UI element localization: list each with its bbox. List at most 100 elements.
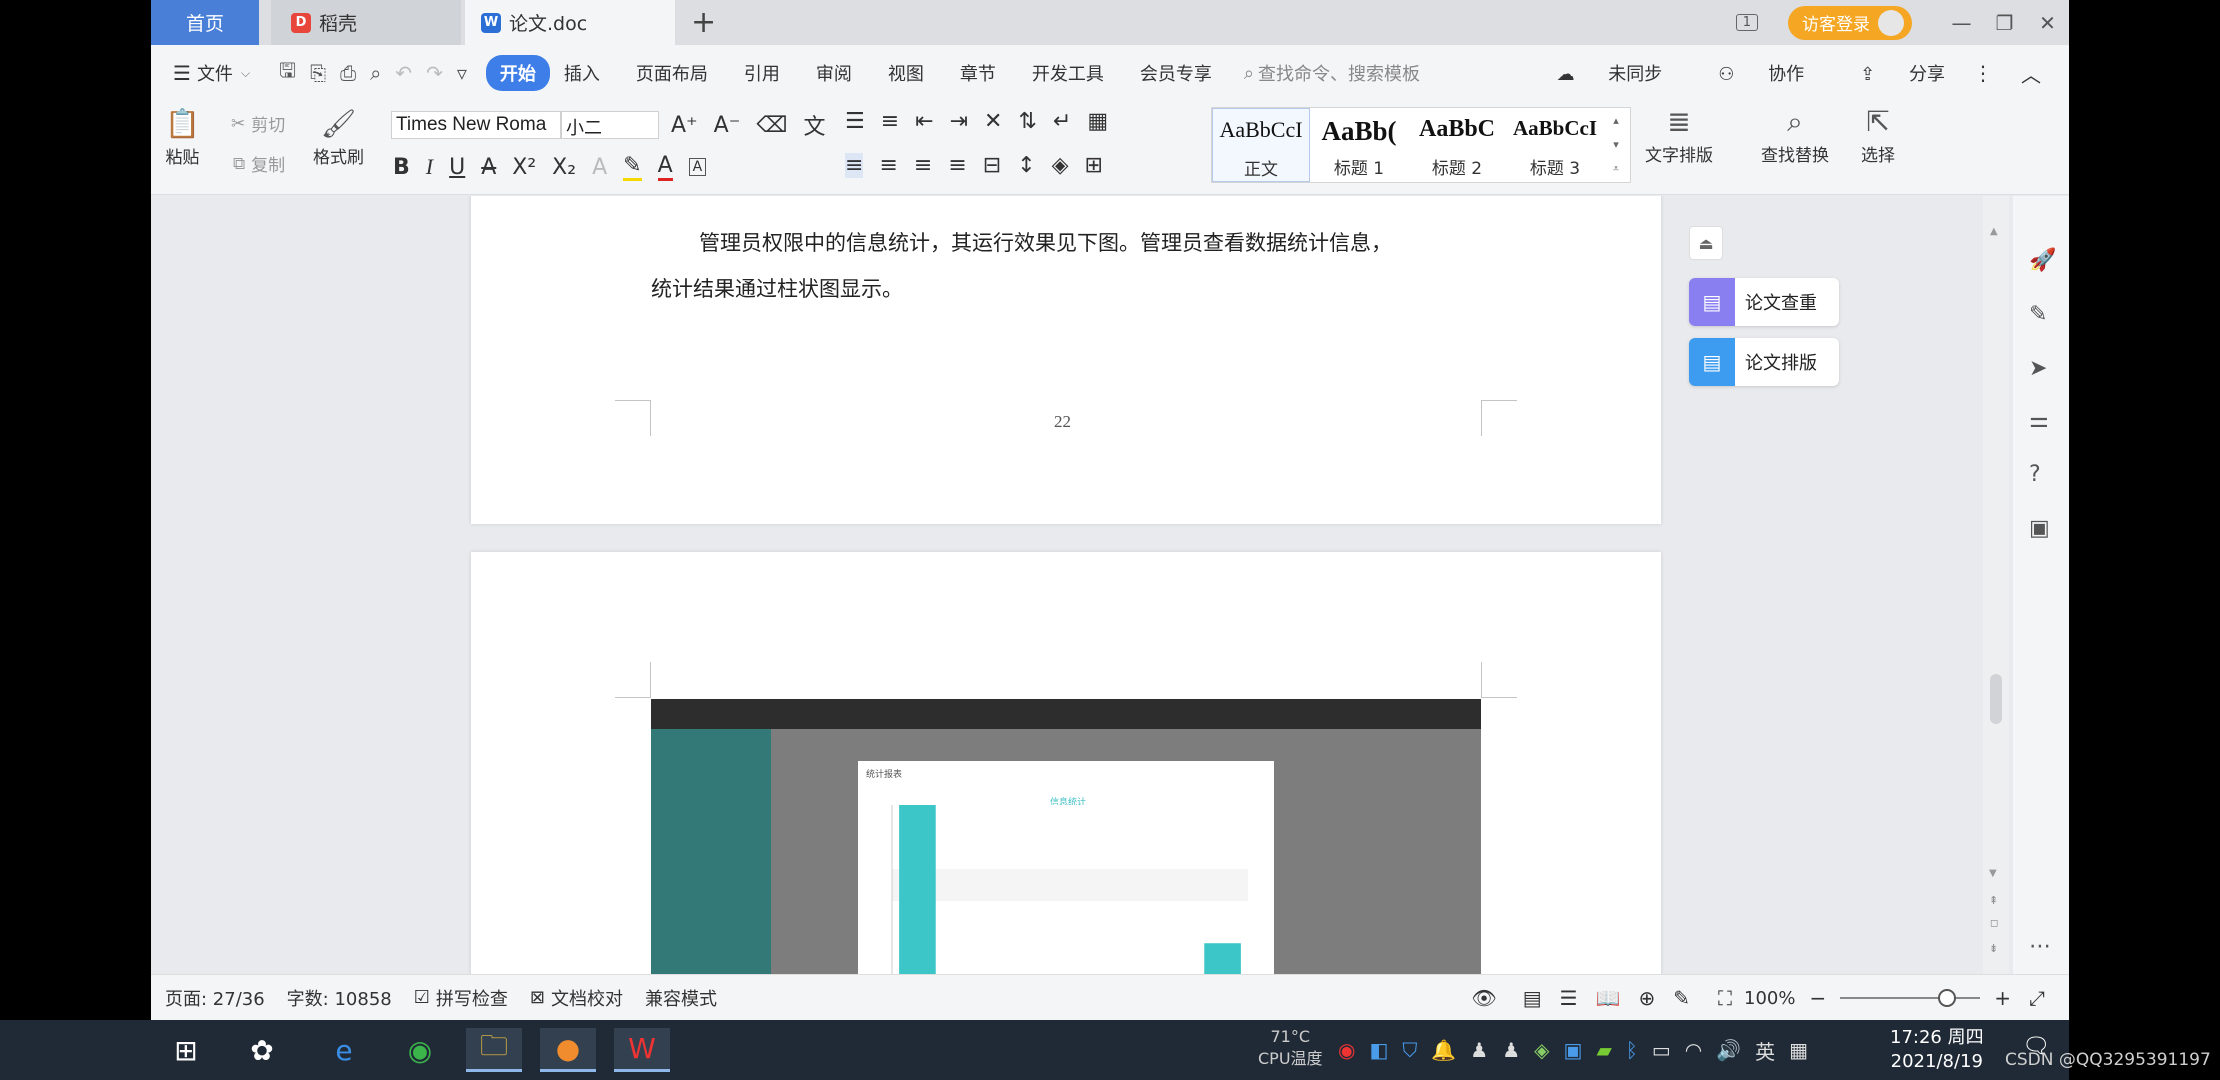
zoom-in-icon[interactable]: + — [1994, 986, 2011, 1010]
tray-app-icon[interactable]: ◉ — [1338, 1038, 1355, 1062]
collapse-panel-icon[interactable]: ⏏ — [1689, 226, 1723, 260]
tray-screenshot-icon[interactable]: ◧ — [1369, 1038, 1388, 1062]
ime-grid-icon[interactable]: ▦ — [1789, 1038, 1808, 1062]
menu-insert[interactable]: 插入 — [550, 60, 614, 86]
paste-button[interactable]: 📋 粘贴 — [165, 107, 200, 168]
document-page[interactable]: 统计报表 信息统计 — [471, 552, 1661, 974]
style-heading-1[interactable]: AaBb( 标题 1 — [1310, 108, 1408, 182]
superscript-icon[interactable]: X² — [512, 155, 536, 180]
sliders-icon[interactable]: ⚌ — [2029, 408, 2049, 433]
clock[interactable]: 17:26 周四 2021/8/19 — [1890, 1026, 1984, 1074]
subscript-icon[interactable]: X₂ — [552, 155, 576, 180]
table-tools-icon[interactable]: ▦ — [1087, 109, 1108, 134]
zoom-level[interactable]: 100% — [1744, 988, 1795, 1009]
zoom-slider-knob[interactable] — [1938, 989, 1957, 1007]
tray-bell-icon[interactable]: 🔔 — [1431, 1038, 1456, 1062]
volume-icon[interactable]: 🔊 — [1716, 1038, 1741, 1062]
decrease-indent-icon[interactable]: ⇤ — [915, 109, 933, 134]
menu-view[interactable]: 视图 — [874, 60, 938, 86]
screen-recorder-icon[interactable]: ● — [540, 1028, 596, 1072]
menu-chapter[interactable]: 章节 — [946, 60, 1010, 86]
text-layout-button[interactable]: ≣ 文字排版 — [1645, 105, 1713, 166]
workspace-switch-icon[interactable]: 1 — [1735, 14, 1758, 31]
doc-proofread[interactable]: ⊠ 文档校对 — [530, 985, 623, 1011]
tray-app3-icon[interactable]: ▣ — [1564, 1038, 1583, 1062]
copy-button[interactable]: ⧉ 复制 — [233, 151, 285, 177]
align-left-icon[interactable]: ≡ — [845, 153, 864, 178]
align-center-icon[interactable]: ≡ — [879, 153, 897, 178]
align-right-icon[interactable]: ≡ — [914, 153, 932, 178]
customize-toolbar-icon[interactable]: ▿ — [450, 61, 474, 85]
spell-check[interactable]: ☑ 拼写检查 — [414, 985, 508, 1011]
scroll-thumb[interactable] — [1990, 674, 2002, 724]
word-count[interactable]: 字数: 10858 — [287, 985, 392, 1011]
embedded-screenshot[interactable]: 统计报表 信息统计 — [651, 699, 1481, 974]
zoom-out-icon[interactable]: − — [1809, 986, 1826, 1010]
phonetic-icon[interactable]: 文 — [803, 109, 825, 141]
redo-icon[interactable]: ↷ — [419, 61, 450, 85]
bold-icon[interactable]: B — [393, 155, 410, 180]
numbered-list-icon[interactable]: ≡ — [881, 109, 899, 134]
increase-indent-icon[interactable]: ⇥ — [950, 109, 968, 134]
menu-home[interactable]: 开始 — [485, 55, 550, 91]
next-page-icon[interactable]: ⇟ — [1989, 942, 1998, 955]
strikethrough-icon[interactable]: A — [481, 155, 496, 180]
wifi-icon[interactable]: ◠ — [1685, 1038, 1702, 1062]
outline-view-icon[interactable]: ☰ — [1560, 986, 1578, 1010]
scroll-down-arrow-icon[interactable]: ▼ — [1989, 868, 1997, 879]
image-tools-icon[interactable]: ▣ — [2029, 516, 2050, 541]
format-painter-quick-icon[interactable]: ⎘ — [303, 61, 333, 85]
document-area[interactable]: 管理员权限中的信息统计，其运行效果见下图。管理员查看数据统计信息， 统计结果通过… — [151, 196, 2069, 974]
more-icon[interactable]: ⋯ — [2029, 934, 2051, 959]
zoom-slider[interactable] — [1840, 989, 1981, 1007]
browser-360-icon[interactable]: ◉ — [392, 1028, 448, 1072]
eye-protect-icon[interactable]: 👁 — [1471, 986, 1496, 1010]
text-effect-icon[interactable]: A — [592, 155, 607, 180]
vertical-scrollbar[interactable]: ▲ ▼ ⇞ ◻ ⇟ — [1983, 196, 2009, 974]
shading-icon[interactable]: ◈ — [1052, 153, 1069, 178]
print-icon[interactable]: ⎙ — [333, 61, 363, 85]
font-name-select[interactable]: Times New Roma — [391, 111, 561, 139]
menu-member[interactable]: 会员专享 — [1126, 60, 1226, 86]
app-pinwheel-icon[interactable]: ✿ — [234, 1028, 290, 1072]
char-border-icon[interactable]: A — [688, 158, 707, 176]
prev-page-icon[interactable]: ⇞ — [1989, 894, 1998, 907]
clear-format-icon[interactable]: ⌫ — [756, 113, 787, 138]
font-size-select[interactable]: 小二 — [561, 111, 659, 139]
collab-button[interactable]: ⚇ 协作 — [1690, 60, 1804, 86]
distribute-icon[interactable]: ⊟ — [983, 153, 1001, 178]
justify-icon[interactable]: ≡ — [948, 153, 966, 178]
tray-shield-icon[interactable]: ⛉ — [1402, 1038, 1417, 1062]
style-heading-3[interactable]: AaBbCcI 标题 3 — [1506, 108, 1604, 182]
sort-icon[interactable]: ⇅ — [1018, 109, 1036, 134]
restore-icon[interactable]: ❐ — [1983, 11, 2026, 35]
highlight-icon[interactable]: ✎ — [623, 153, 642, 181]
ime-indicator[interactable]: 英 — [1755, 1036, 1775, 1065]
select-browse-icon[interactable]: ◻ — [1990, 918, 1998, 929]
web-view-icon[interactable]: ⊕ — [1638, 986, 1655, 1010]
tray-qq2-icon[interactable]: ♟ — [1502, 1038, 1520, 1062]
menu-references[interactable]: 引用 — [730, 60, 794, 86]
share-button[interactable]: ⇪ 分享 — [1832, 60, 1945, 86]
show-marks-icon[interactable]: ↵ — [1053, 109, 1071, 134]
help-icon[interactable]: ? — [2029, 462, 2041, 487]
paper-layout-button[interactable]: ▤ 论文排版 — [1689, 338, 1839, 386]
underline-icon[interactable]: U — [449, 155, 465, 180]
guest-login-button[interactable]: 访客登录 — [1788, 5, 1912, 40]
more-menu-icon[interactable]: ⋮ — [1973, 61, 1993, 85]
italic-icon[interactable]: I — [426, 154, 433, 180]
fit-page-icon[interactable]: ⛶ — [1718, 986, 1732, 1010]
wps-office-icon[interactable]: W — [614, 1028, 670, 1072]
tray-device-icon[interactable]: ▭ — [1652, 1038, 1671, 1062]
undo-icon[interactable]: ↶ — [388, 61, 419, 85]
shrink-font-icon[interactable]: A⁻ — [714, 113, 741, 138]
menu-page-layout[interactable]: 页面布局 — [622, 60, 722, 86]
read-view-icon[interactable]: 📖 — [1596, 986, 1621, 1010]
minimize-icon[interactable]: — — [1940, 11, 1983, 35]
document-page[interactable]: 管理员权限中的信息统计，其运行效果见下图。管理员查看数据统计信息， 统计结果通过… — [471, 196, 1661, 524]
tray-qq-icon[interactable]: ♟ — [1470, 1038, 1488, 1062]
borders-icon[interactable]: ⊞ — [1085, 153, 1103, 178]
tab-document[interactable]: W 论文.doc — [465, 0, 675, 45]
cursor-icon[interactable]: ➤ — [2029, 356, 2047, 381]
rocket-icon[interactable]: 🚀 — [2029, 248, 2056, 273]
